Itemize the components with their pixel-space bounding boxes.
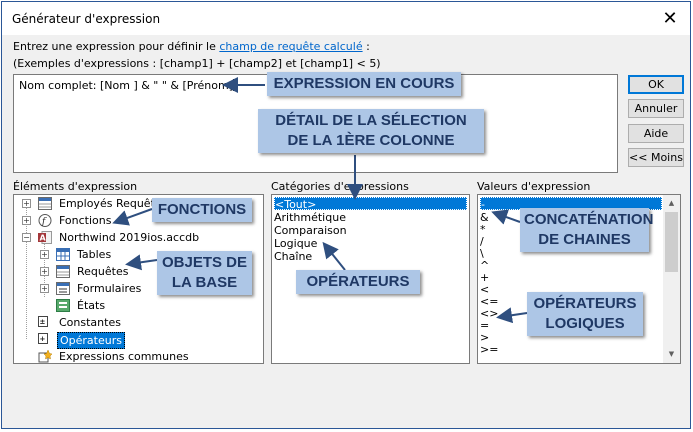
callout-line: DÉTAIL DE LA SÉLECTION (275, 112, 467, 129)
arrow-functions (112, 208, 153, 226)
callout-line: LOGIQUES (545, 315, 625, 332)
arrow-operators (322, 241, 346, 271)
callout-fonctions: FONCTIONS (152, 198, 252, 222)
arrow-logical (496, 307, 528, 324)
callout-line: DE LA 1ÈRE COLONNE (287, 132, 455, 149)
callout-line: LA BASE (171, 274, 238, 291)
callout-operateurs-logiques: OPÉRATEURS LOGIQUES (527, 292, 643, 336)
callout-detail-selection: DÉTAIL DE LA SÉLECTION DE LA 1ÈRE COLONN… (258, 109, 484, 153)
callout-line: OBJETS DE (161, 254, 248, 271)
arrow-concat (491, 209, 521, 225)
callout-line: CONCATÉNATION (524, 211, 654, 228)
callout-line: OPÉRATEURS (533, 295, 637, 312)
callout-concatenation: CONCATÉNATION DE CHAINES (520, 208, 654, 252)
arrow-objects (125, 254, 158, 271)
callout-expression-en-cours: EXPRESSION EN COURS (267, 72, 461, 96)
callout-operateurs: OPÉRATEURS (296, 270, 420, 294)
callout-objets-base: OBJETS DE LA BASE (157, 251, 252, 295)
callout-line: DE CHAINES (538, 231, 631, 248)
